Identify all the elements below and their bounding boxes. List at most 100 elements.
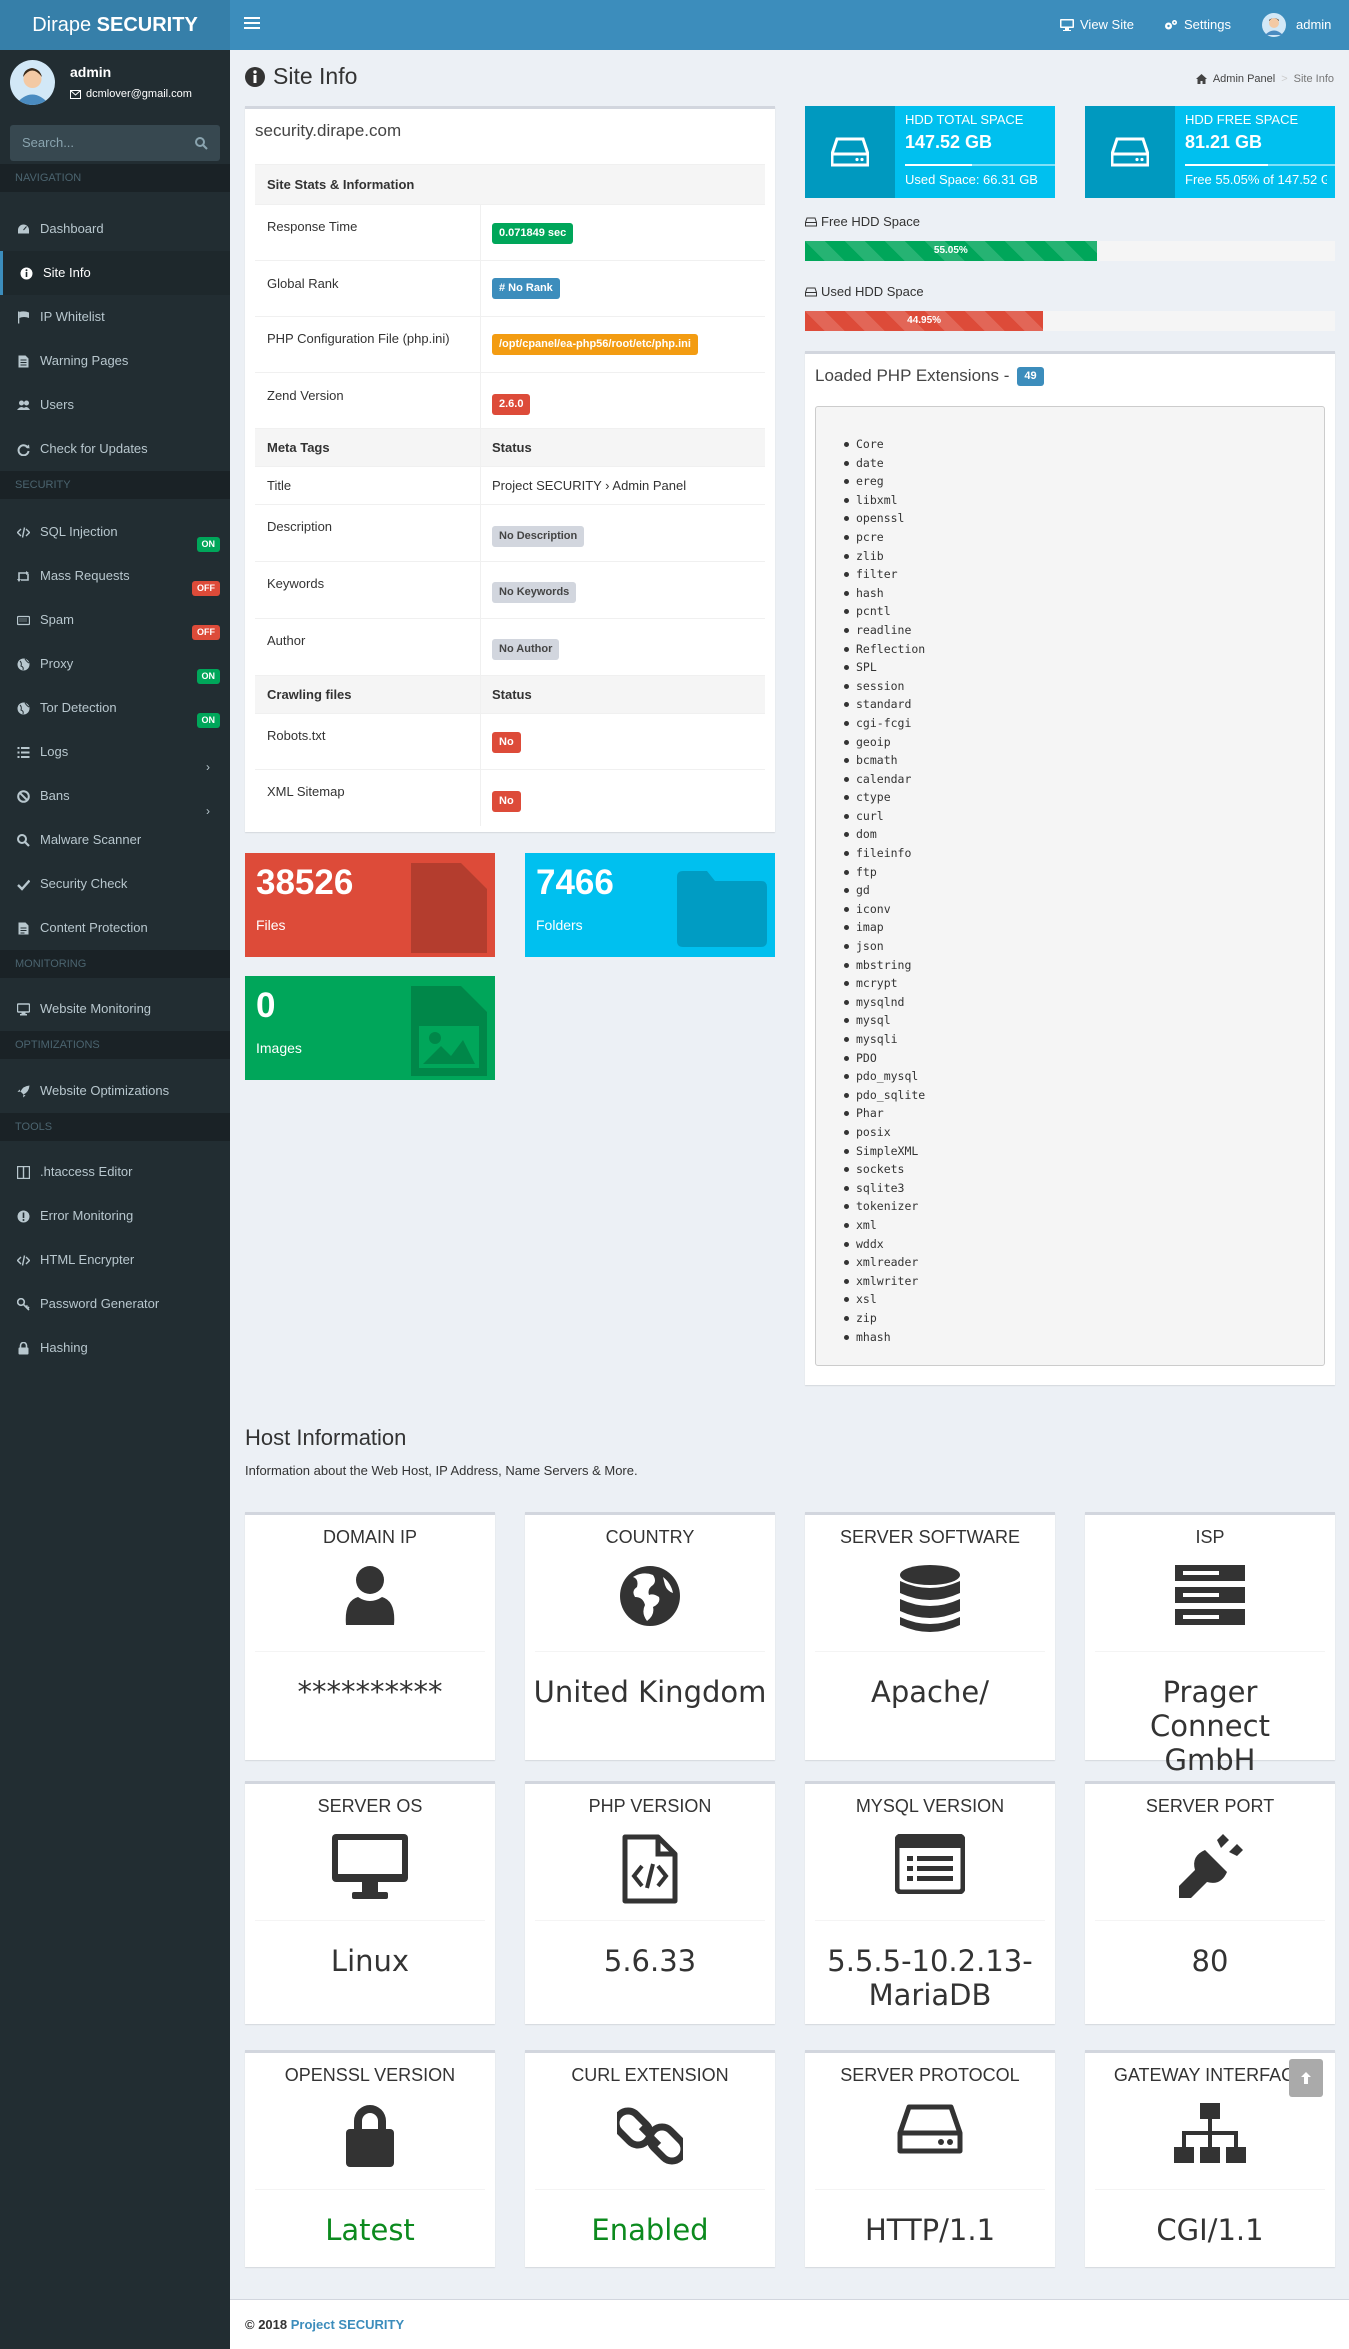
status-badge: ON — [196, 669, 220, 684]
sidebar-item-hashing[interactable]: Hashing — [0, 1326, 230, 1370]
host-card-title: COUNTRY — [605, 1527, 695, 1547]
sidebar-item-check-for-updates[interactable]: Check for Updates — [0, 427, 230, 471]
sidebar-item-label: Content Protection — [40, 920, 148, 935]
hdd-total-value: 147.52 GB — [905, 132, 993, 152]
list-item: mysqli — [844, 1030, 1324, 1049]
host-card-curl-extension: CURL EXTENSION Enabled — [525, 2050, 775, 2267]
info-icon — [20, 267, 33, 280]
sidebar-item-ip-whitelist[interactable]: IP Whitelist — [0, 295, 230, 339]
desktop-icon — [245, 1834, 495, 1900]
sidebar-item-malware-scanner[interactable]: Malware Scanner — [0, 818, 230, 862]
divider — [255, 1920, 485, 1921]
sidebar-item-htaccess-editor[interactable]: .htaccess Editor — [0, 1150, 230, 1194]
sidebar-item-label: .htaccess Editor — [40, 1164, 133, 1179]
sidebar-item-dashboard[interactable]: Dashboard — [0, 207, 230, 251]
sidebar-item-label: SQL Injection — [40, 524, 118, 539]
app-logo[interactable]: Dirape SECURITY — [0, 0, 230, 50]
file-icon — [411, 863, 487, 953]
sidebar-item-bans[interactable]: Bans › — [0, 774, 230, 818]
columns-icon — [17, 1166, 30, 1179]
list-item: hash — [844, 584, 1324, 603]
view-site-link[interactable]: View Site — [1060, 0, 1134, 50]
list-item: imap — [844, 918, 1324, 937]
hdd-small-icon — [805, 287, 817, 296]
status-badge: OFF — [192, 625, 220, 640]
sidebar-search-input[interactable]: Search... — [10, 125, 220, 161]
host-card-title: SERVER OS — [317, 1796, 423, 1816]
list-item: geoip — [844, 733, 1324, 752]
meta-title-value: Project SECURITY › Admin Panel — [492, 478, 687, 493]
host-card-value: Latest — [325, 2213, 415, 2247]
sidebar-item-proxy[interactable]: Proxy ON — [0, 642, 230, 686]
host-card-server-software: SERVER SOFTWARE Apache/ — [805, 1512, 1055, 1760]
sidebar-item-security-check[interactable]: Security Check — [0, 862, 230, 906]
host-card-value: CGI/1.1 — [1156, 2213, 1264, 2247]
file-code-icon — [525, 1834, 775, 1904]
host-card-title: SERVER PROTOCOL — [840, 2065, 1020, 2085]
sidebar-item-label: HTML Encrypter — [40, 1252, 135, 1267]
gears-icon — [1165, 20, 1177, 30]
list-item: mysql — [844, 1011, 1324, 1030]
code-icon — [17, 1255, 30, 1266]
breadcrumb-home[interactable]: Admin Panel — [1213, 73, 1275, 85]
sidebar-item-label: Hashing — [40, 1340, 88, 1355]
images-count: 0 — [256, 986, 276, 1025]
user-menu-label: admin — [1296, 17, 1332, 32]
folders-counter-box: 7466 Folders — [525, 853, 775, 957]
sidebar-item-label: Tor Detection — [40, 700, 117, 715]
list-item: sqlite3 — [844, 1179, 1324, 1198]
host-card-value: 80 — [1191, 1944, 1229, 1978]
list-item: pdo_mysql — [844, 1067, 1324, 1086]
host-card-title: OPENSSL VERSION — [284, 2065, 456, 2085]
sidebar-toggle-icon[interactable] — [244, 14, 260, 36]
scroll-to-top-button[interactable] — [1289, 2059, 1323, 2097]
sidebar-item-logs[interactable]: Logs › — [0, 730, 230, 774]
sidebar-item-mass-requests[interactable]: Mass Requests OFF — [0, 554, 230, 598]
lock-icon — [18, 1342, 29, 1355]
host-card-server-os: SERVER OS Linux — [245, 1781, 495, 2024]
sidebar-item-error-monitoring[interactable]: Error Monitoring — [0, 1194, 230, 1238]
sidebar-item-site-info[interactable]: Site Info — [0, 251, 230, 295]
list-item: SimpleXML — [844, 1142, 1324, 1161]
sidebar-item-users[interactable]: Users — [0, 383, 230, 427]
host-card-openssl-version: OPENSSL VERSION Latest — [245, 2050, 495, 2267]
brand-light: Dirape — [32, 14, 97, 36]
host-card-value: Enabled — [591, 2213, 709, 2247]
meta-title-label: Title — [267, 478, 292, 493]
meta-header-row: Meta Tags Status — [255, 428, 765, 466]
host-card-title: DOMAIN IP — [322, 1527, 417, 1547]
table-row: Zend Version 2.6.0 — [255, 372, 765, 428]
settings-link[interactable]: Settings — [1164, 0, 1231, 50]
sidebar-item-content-protection[interactable]: Content Protection — [0, 906, 230, 950]
footer: © 2018 Project SECURITY — [230, 2299, 1349, 2349]
dashboard-icon — [17, 223, 30, 235]
sidebar-item-label: Proxy — [40, 656, 74, 671]
sidebar-item-label: Check for Updates — [40, 441, 148, 456]
sidebar-item-label: Website Optimizations — [40, 1083, 170, 1098]
footer-brand-link[interactable]: Project SECURITY — [291, 2317, 404, 2332]
page-title-text: Site Info — [273, 63, 358, 89]
sidebar-item-label: Users — [40, 397, 74, 412]
robots-value: No — [492, 732, 521, 753]
sidebar-item-html-encrypter[interactable]: HTML Encrypter — [0, 1238, 230, 1282]
user-menu[interactable]: admin — [1262, 0, 1331, 50]
sidebar-item-sql-injection[interactable]: SQL Injection ON — [0, 510, 230, 554]
list-item: pdo_sqlite — [844, 1086, 1324, 1105]
php-extensions-list: Core date ereg libxml openssl pcre zlib filter h… — [815, 406, 1325, 1366]
sidebar-item-warning-pages[interactable]: Warning Pages — [0, 339, 230, 383]
sidebar-item-tor-detection[interactable]: Tor Detection ON — [0, 686, 230, 730]
list-item: iconv — [844, 900, 1324, 919]
arrow-up-icon — [1301, 2072, 1311, 2084]
sidebar-item-password-generator[interactable]: Password Generator — [0, 1282, 230, 1326]
host-card-value: HTTP/1.1 — [864, 2213, 996, 2247]
global-rank-label: Global Rank — [267, 276, 339, 291]
search-icon[interactable] — [195, 137, 208, 150]
list-icon — [17, 747, 30, 758]
divider — [1095, 1651, 1325, 1652]
sidebar-item-spam[interactable]: Spam OFF — [0, 598, 230, 642]
code-icon — [17, 527, 30, 538]
sidebar-item-website-monitoring[interactable]: Website Monitoring — [0, 987, 230, 1031]
folder-icon — [677, 871, 767, 947]
sidebar-item-website-optimizations[interactable]: Website Optimizations — [0, 1069, 230, 1113]
zend-value: 2.6.0 — [492, 394, 531, 415]
